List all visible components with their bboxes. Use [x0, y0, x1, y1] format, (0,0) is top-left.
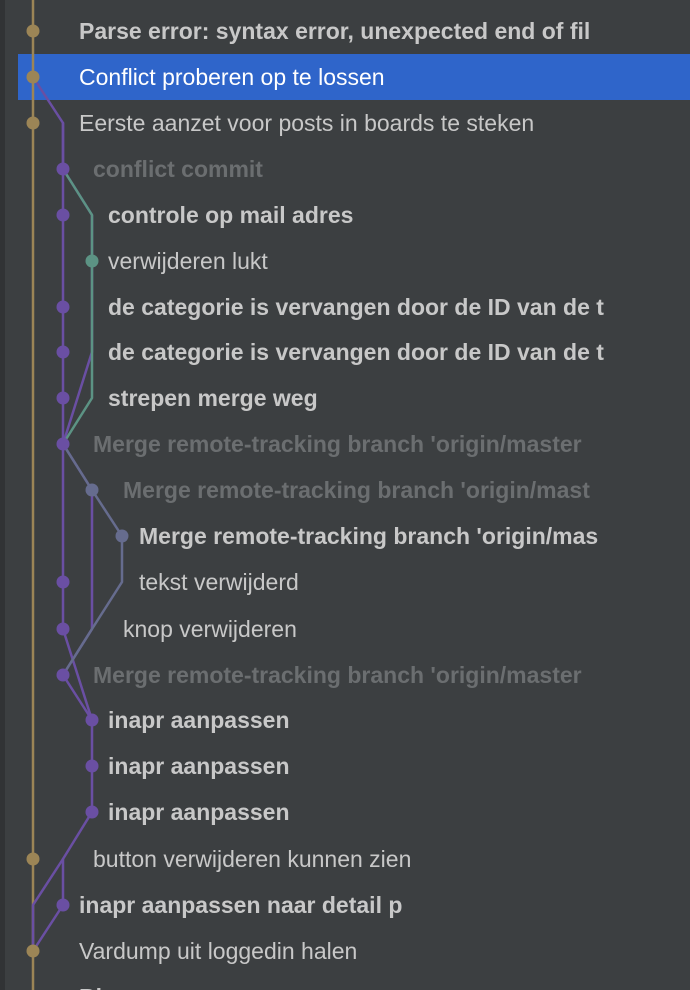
commit-dot [56, 575, 70, 589]
commit-row[interactable]: strepen merge weg [108, 375, 318, 421]
commit-row[interactable]: inapr aanpassen [108, 789, 290, 835]
commit-row[interactable]: Merge remote-tracking branch 'origin/mas [139, 513, 598, 559]
commit-dot [56, 391, 70, 405]
commit-dot [26, 944, 40, 958]
commit-dot [56, 668, 70, 682]
commit-log: Parse error: syntax error, unexpected en… [0, 0, 690, 990]
commit-row[interactable]: Merge remote-tracking branch 'origin/mas… [123, 467, 590, 513]
commit-dot [56, 898, 70, 912]
commit-dot [56, 162, 70, 176]
commit-dot [56, 345, 70, 359]
commit-dot [56, 208, 70, 222]
commit-dot [85, 483, 99, 497]
commit-row[interactable]: inapr aanpassen [108, 697, 290, 743]
commit-dot [115, 529, 129, 543]
commit-row[interactable]: inapr aanpassen [108, 743, 290, 789]
commit-dot [56, 622, 70, 636]
commit-dot [26, 852, 40, 866]
commit-row[interactable]: controle op mail adres [108, 192, 353, 238]
commit-dot [56, 437, 70, 451]
commit-row[interactable]: knop verwijderen [123, 606, 297, 652]
commit-row[interactable]: verwijderen lukt [108, 238, 268, 284]
commit-dot [85, 805, 99, 819]
commit-row[interactable]: Merge remote-tracking branch 'origin/mas… [93, 652, 582, 698]
commit-row[interactable]: Merge remote-tracking branch 'origin/mas… [93, 421, 582, 467]
commit-dot [85, 759, 99, 773]
commit-dot [85, 713, 99, 727]
commit-row[interactable]: Eerste aanzet voor posts in boards te st… [79, 100, 534, 146]
commit-row[interactable]: button verwijderen kunnen zien [93, 836, 411, 882]
commit-row[interactable]: Parse error: syntax error, unexpected en… [79, 8, 590, 54]
commit-row[interactable]: de categorie is vervangen door de ID van… [108, 284, 604, 330]
commit-row[interactable]: Vardump uit loggedin halen [79, 928, 357, 974]
commit-row[interactable]: de categorie is vervangen door de ID van… [108, 329, 604, 375]
commit-row[interactable]: tekst verwijderd [139, 559, 299, 605]
commit-row[interactable]: inapr aanpassen naar detail p [79, 882, 402, 928]
commit-dot [26, 24, 40, 38]
commit-row[interactable]: conflict commit [93, 146, 263, 192]
commit-row-selected[interactable]: Conflict proberen op te lossen [79, 54, 385, 100]
commit-dot [85, 254, 99, 268]
commit-row[interactable]: Bl [79, 974, 102, 990]
commit-dot [26, 116, 40, 130]
commit-dot [56, 300, 70, 314]
purple-branch-line [31, 75, 94, 953]
commit-dot [26, 70, 40, 84]
